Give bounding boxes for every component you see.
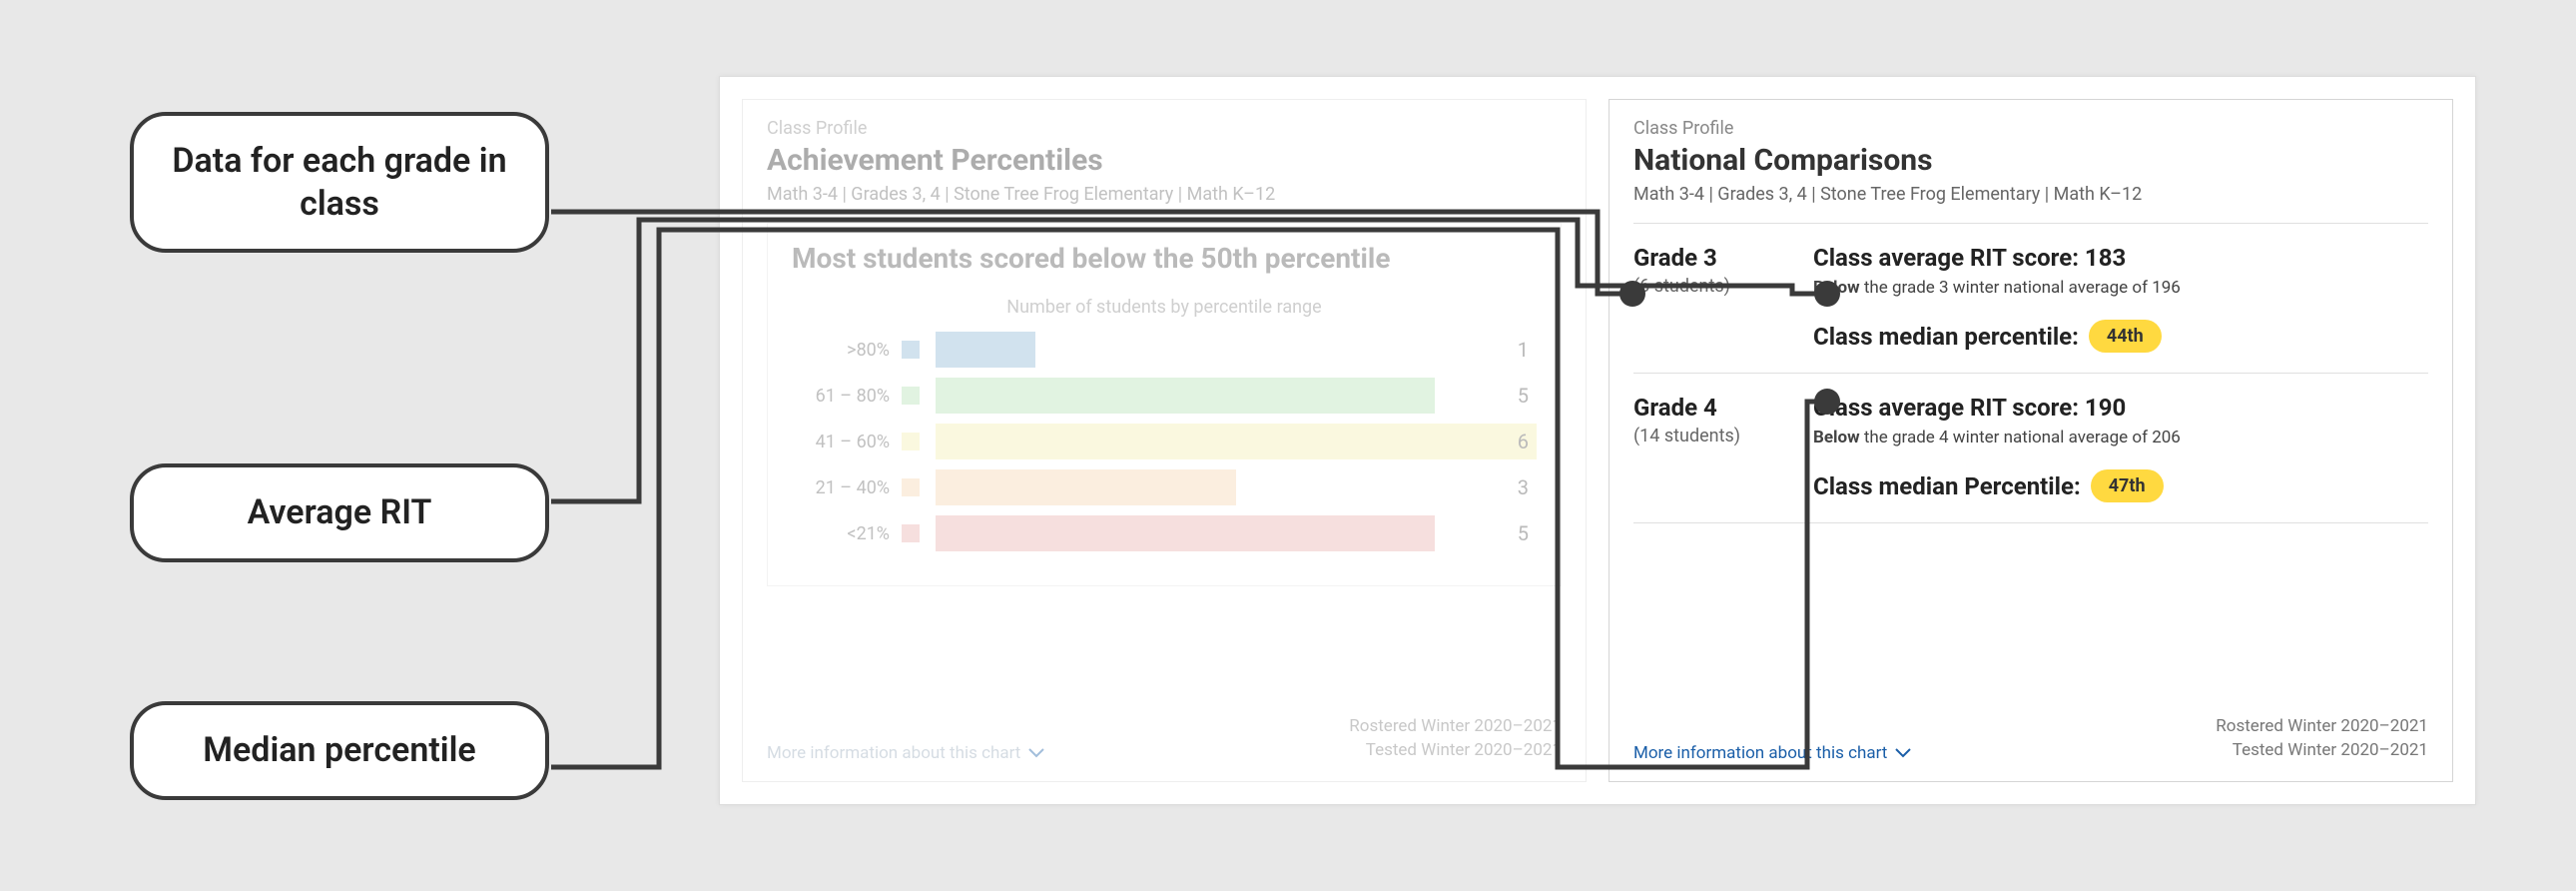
avg-rit-line: Class average RIT score: 190 xyxy=(1813,394,2428,422)
more-info-link[interactable]: More information about this chart xyxy=(1633,743,1911,763)
bar-row: 41 – 60% 6 xyxy=(792,424,1537,459)
chart-headline: Most students scored below the 50th perc… xyxy=(792,242,1537,275)
roster-info: Rostered Winter 2020–2021 Tested Winter … xyxy=(2216,715,2428,763)
avg-rit-sub: Below the grade 4 winter national averag… xyxy=(1813,428,2428,447)
bar-label: 21 – 40% xyxy=(792,477,902,498)
tested-line: Tested Winter 2020–2021 xyxy=(1349,739,1562,763)
bar-label: >80% xyxy=(792,340,902,361)
report-area: Class Profile Achievement Percentiles Ma… xyxy=(719,76,2476,805)
grade-name: Grade 4 xyxy=(1633,394,1801,422)
swatch-red xyxy=(902,524,920,542)
avg-rit-sub: Below the grade 3 winter national averag… xyxy=(1813,278,2428,298)
rostered-line: Rostered Winter 2020–2021 xyxy=(2216,715,2428,739)
bar-value: 5 xyxy=(1518,521,1529,545)
avg-rit-sub-rest: the grade 4 winter national average of 2… xyxy=(1860,428,2181,447)
grade-name: Grade 3 xyxy=(1633,244,1801,272)
bar-label: <21% xyxy=(792,523,902,544)
median-pct-line: Class median Percentile: 47th xyxy=(1813,469,2428,502)
callout-median-percentile: Median percentile xyxy=(130,701,549,800)
swatch-blue xyxy=(902,341,920,359)
bar-row: <21% 5 xyxy=(792,515,1537,551)
below-label: Below xyxy=(1813,428,1860,447)
bar-value: 3 xyxy=(1518,475,1529,499)
card-subtitle: Math 3-4 | Grades 3, 4 | Stone Tree Frog… xyxy=(767,184,1562,205)
bar-value: 1 xyxy=(1518,338,1529,362)
more-info-label: More information about this chart xyxy=(1633,743,1887,763)
callout-average-rit: Average RIT xyxy=(130,463,549,562)
more-info-label: More information about this chart xyxy=(767,743,1020,763)
chart-subheadline: Number of students by percentile range xyxy=(792,297,1537,318)
bar-value: 6 xyxy=(1518,430,1529,453)
more-info-link[interactable]: More information about this chart xyxy=(767,743,1044,763)
bar-label: 41 – 60% xyxy=(792,432,902,452)
national-comparisons-card: Class Profile National Comparisons Math … xyxy=(1609,99,2453,782)
median-pct-label: Class median Percentile: xyxy=(1813,472,2081,500)
bar-row: 21 – 40% 3 xyxy=(792,469,1537,505)
median-pct-line: Class median percentile: 44th xyxy=(1813,320,2428,353)
bar-row: >80% 1 xyxy=(792,332,1537,368)
grade-block-4: Grade 4 (14 students) Class average RIT … xyxy=(1633,374,2428,523)
card-title: National Comparisons xyxy=(1633,143,2428,178)
chevron-down-icon xyxy=(1028,743,1044,763)
swatch-yellow xyxy=(902,433,920,450)
grade-block-3: Grade 3 (6 students) Class average RIT s… xyxy=(1633,223,2428,374)
card-eyebrow: Class Profile xyxy=(767,118,1562,139)
bar-value: 5 xyxy=(1518,384,1529,408)
roster-info: Rostered Winter 2020–2021 Tested Winter … xyxy=(1349,715,1562,763)
percentile-chart: Most students scored below the 50th perc… xyxy=(767,223,1562,586)
callout-data-each-grade: Data for each grade in class xyxy=(130,112,549,253)
swatch-orange xyxy=(902,478,920,496)
below-label: Below xyxy=(1813,278,1860,298)
median-pct-label: Class median percentile: xyxy=(1813,323,2079,351)
achievement-percentiles-card: Class Profile Achievement Percentiles Ma… xyxy=(742,99,1587,782)
avg-rit-line: Class average RIT score: 183 xyxy=(1813,244,2428,272)
bar-row: 61 – 80% 5 xyxy=(792,378,1537,414)
percentile-pill: 47th xyxy=(2091,469,2164,502)
swatch-green xyxy=(902,387,920,405)
card-subtitle: Math 3-4 | Grades 3, 4 | Stone Tree Frog… xyxy=(1633,184,2428,205)
grade-student-count: (14 students) xyxy=(1633,426,1801,446)
grade-student-count: (6 students) xyxy=(1633,276,1801,297)
bar-label: 61 – 80% xyxy=(792,386,902,407)
card-eyebrow: Class Profile xyxy=(1633,118,2428,139)
percentile-pill: 44th xyxy=(2089,320,2162,353)
tested-line: Tested Winter 2020–2021 xyxy=(2216,739,2428,763)
rostered-line: Rostered Winter 2020–2021 xyxy=(1349,715,1562,739)
card-title: Achievement Percentiles xyxy=(767,143,1562,178)
chevron-down-icon xyxy=(1895,743,1911,763)
avg-rit-sub-rest: the grade 3 winter national average of 1… xyxy=(1860,278,2181,298)
